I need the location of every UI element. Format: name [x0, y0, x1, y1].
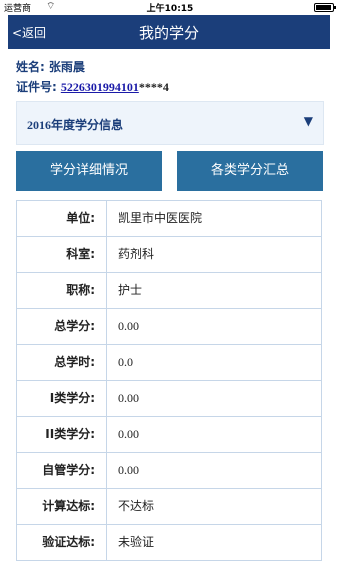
- row-value: 药剂科: [118, 247, 155, 261]
- table-row: 计算达标: 不达标: [16, 489, 322, 525]
- id-label: 证件号:: [16, 80, 57, 94]
- credit-info-table: 单位: 凯里市中医医院 科室: 药剂科 职称: 护士 总学分: 0.00 总学时…: [16, 200, 322, 561]
- credit-detail-button[interactable]: 学分详细情况: [16, 151, 162, 191]
- table-row: 职称: 护士: [16, 273, 322, 309]
- table-row: 科室: 药剂科: [16, 237, 322, 273]
- row-key: II类学分:: [17, 417, 107, 452]
- row-value: 护士: [118, 283, 143, 297]
- table-row: I类学分: 0.00: [16, 381, 322, 417]
- row-key: 总学分:: [17, 309, 107, 344]
- id-line: 证件号: 5226301994101****4: [16, 78, 169, 95]
- year-select-value: 2016年度学分信息: [27, 118, 124, 132]
- row-key: 计算达标:: [17, 489, 107, 524]
- name-value: 张雨晨: [48, 60, 85, 74]
- row-value: 0.0: [118, 355, 133, 369]
- id-number-link[interactable]: 5226301994101: [61, 80, 139, 94]
- battery-icon: [314, 3, 336, 12]
- row-key: 职称:: [17, 273, 107, 308]
- table-row: 自管学分: 0.00: [16, 453, 322, 489]
- row-value: 0.00: [118, 427, 139, 441]
- row-value: 不达标: [118, 499, 155, 513]
- status-bar: 运营商 ⌔ 上午10:15: [0, 0, 340, 14]
- table-row: 单位: 凯里市中医医院: [16, 201, 322, 237]
- row-key: 验证达标:: [17, 525, 107, 560]
- nav-bar: <返回 我的学分: [8, 15, 330, 49]
- table-row: 总学分: 0.00: [16, 309, 322, 345]
- row-key: 单位:: [17, 201, 107, 236]
- row-key: 科室:: [17, 237, 107, 272]
- row-key: 自管学分:: [17, 453, 107, 488]
- year-select[interactable]: 2016年度学分信息 ▼: [16, 101, 324, 145]
- table-row: 总学时: 0.0: [16, 345, 322, 381]
- row-value: 0.00: [118, 391, 139, 405]
- credit-summary-button[interactable]: 各类学分汇总: [177, 151, 323, 191]
- id-number-masked: ****4: [138, 80, 169, 94]
- row-value: 0.00: [118, 463, 139, 477]
- name-label: 姓名:: [16, 60, 45, 74]
- name-line: 姓名: 张雨晨: [16, 58, 85, 75]
- row-key: I类学分:: [17, 381, 107, 416]
- dropdown-caret-icon: ▼: [303, 114, 313, 128]
- row-key: 总学时:: [17, 345, 107, 380]
- status-time: 上午10:15: [146, 4, 194, 14]
- row-value: 凯里市中医医院: [118, 211, 203, 225]
- row-value: 未验证: [118, 535, 155, 549]
- row-value: 0.00: [118, 319, 139, 333]
- table-row: 验证达标: 未验证: [16, 525, 322, 561]
- table-row: II类学分: 0.00: [16, 417, 322, 453]
- page-title: 我的学分: [138, 24, 199, 42]
